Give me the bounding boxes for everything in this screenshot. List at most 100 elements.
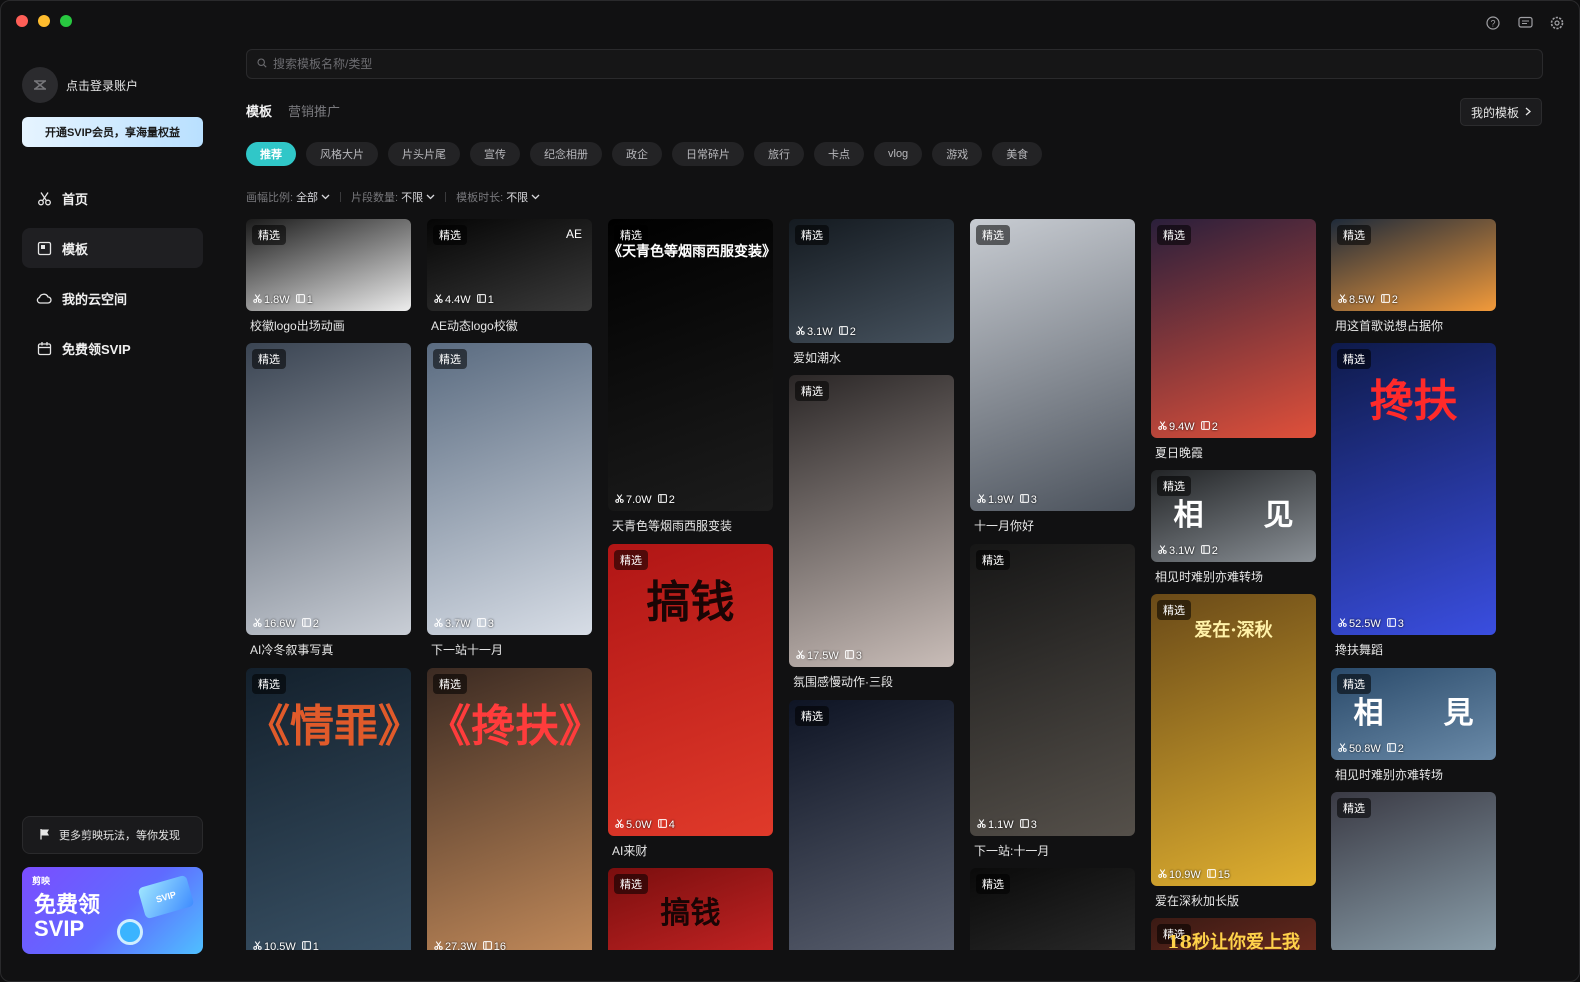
template-card[interactable]: 精选 《情罪》 10.5W 1 <box>246 668 411 950</box>
template-card[interactable]: 精选 9.4W 2 夏日晚霞 <box>1151 219 1316 462</box>
help-circle-icon[interactable]: ? <box>1485 15 1501 31</box>
template-name[interactable]: AE动态logo校徽 <box>431 317 518 334</box>
tab-marketing[interactable]: 营销推广 <box>288 101 340 120</box>
chip-game[interactable]: 游戏 <box>932 142 983 166</box>
template-thumbnail[interactable]: 精选 8.5W 2 <box>1331 219 1496 311</box>
template-thumbnail[interactable]: 精选 搞钱 5.0W 4 <box>608 544 773 836</box>
template-card[interactable]: 精选 1.1W 3 下一站:十一月 <box>970 544 1135 860</box>
login-label[interactable]: 点击登录账户 <box>66 77 138 94</box>
sidebar-item-home[interactable]: 首页 <box>22 178 203 218</box>
template-name[interactable]: 用这首歌说想占据你 <box>1335 317 1443 334</box>
avatar[interactable] <box>22 67 58 103</box>
template-thumbnail[interactable]: 精选 搀扶 52.5W 3 <box>1331 343 1496 635</box>
filter-aspect-ratio[interactable]: 画幅比例: 全部 <box>246 189 330 205</box>
template-card[interactable]: 精选 《搀扶》 27.3W 16 <box>427 668 592 950</box>
my-templates-button[interactable]: 我的模板 <box>1459 98 1542 126</box>
template-card[interactable]: 精选 8.5W 2 用这首歌说想占据你 <box>1331 219 1496 335</box>
chip-daily[interactable]: 日常碎片 <box>672 142 744 166</box>
template-name[interactable]: 校徽logo出场动画 <box>250 317 345 334</box>
chip-album[interactable]: 纪念相册 <box>530 142 602 166</box>
chip-recommend[interactable]: 推荐 <box>246 142 296 166</box>
chip-gov[interactable]: 政企 <box>612 142 662 166</box>
template-card[interactable]: 精选 <box>1331 792 1496 950</box>
open-svip-button[interactable]: 开通SVIP会员，享海量权益 <box>22 117 203 147</box>
template-card[interactable]: 精选 3.1W 2 爱如潮水 <box>789 219 954 367</box>
template-thumbnail[interactable]: 精选 搞钱 <box>608 868 773 950</box>
filter-clip-count[interactable]: 片段数量: 不限 <box>351 189 435 205</box>
template-thumbnail[interactable]: 精选 3.7W 3 <box>427 343 592 635</box>
template-card[interactable]: 精选 <box>789 700 954 950</box>
sidebar-item-templates[interactable]: 模板 <box>22 228 203 268</box>
template-thumbnail[interactable]: 精选 18秒让你爱上我 <box>1151 918 1316 950</box>
tab-templates[interactable]: 模板 <box>246 101 272 120</box>
template-thumbnail[interactable]: 精选 <box>1331 792 1496 950</box>
template-card[interactable]: 精选 《天青色等烟雨西服变装》 7.0W 2 天青色等烟雨西服变装 <box>608 219 773 535</box>
free-svip-banner[interactable]: 剪映 免费领 SVIP SVIP <box>22 867 203 954</box>
template-thumbnail[interactable]: 精选相 见 3.1W 2 <box>1151 470 1316 562</box>
template-name[interactable]: 下一站:十一月 <box>974 842 1049 859</box>
template-name[interactable]: AI来财 <box>612 842 647 859</box>
template-thumbnail[interactable]: 精选 3.1W 2 <box>789 219 954 343</box>
template-card[interactable]: 精选 搞钱 <box>608 868 773 950</box>
template-card[interactable]: 精选 爱在·深秋 10.9W 15 爱在深秋加长版 <box>1151 594 1316 910</box>
template-thumbnail[interactable]: 精选 16.6W 2 <box>246 343 411 635</box>
template-card[interactable]: 精选 <box>970 868 1135 950</box>
template-card[interactable]: 精选 1.9W 3 十一月你好 <box>970 219 1135 535</box>
template-thumbnail[interactable]: 精选相 見 50.8W 2 <box>1331 668 1496 760</box>
discover-more-button[interactable]: 更多剪映玩法，等你发现 <box>22 816 203 854</box>
template-thumbnail[interactable]: 精选 <box>970 868 1135 950</box>
template-name[interactable]: 十一月你好 <box>974 517 1034 534</box>
template-name[interactable]: 相见时难别亦难转场 <box>1155 568 1263 585</box>
template-thumbnail[interactable]: 精选 爱在·深秋 10.9W 15 <box>1151 594 1316 886</box>
template-thumbnail[interactable]: 精选 1.8W 1 <box>246 219 411 311</box>
template-thumbnail[interactable]: 精选 17.5W 3 <box>789 375 954 667</box>
maximize-window-button[interactable] <box>60 15 72 27</box>
template-card[interactable]: 精选 3.7W 3 下一站十一月 <box>427 343 592 659</box>
brand-label: 剪映 <box>32 876 51 886</box>
template-thumbnail[interactable]: 精选 1.9W 3 <box>970 219 1135 511</box>
template-card[interactable]: 精选 17.5W 3 氛围感慢动作·三段 <box>789 375 954 691</box>
template-name[interactable]: 下一站十一月 <box>431 641 503 658</box>
chip-food[interactable]: 美食 <box>992 142 1043 166</box>
template-thumbnail[interactable]: 精选 <box>789 700 954 950</box>
template-name[interactable]: AI冷冬叙事写真 <box>250 641 333 658</box>
template-card[interactable]: 精选相 見 50.8W 2 相见时难别亦难转场 <box>1331 668 1496 784</box>
chip-intro-outro[interactable]: 片头片尾 <box>388 142 460 166</box>
template-card[interactable]: 精选相 见 3.1W 2 相见时难别亦难转场 <box>1151 470 1316 586</box>
minimize-window-button[interactable] <box>38 15 50 27</box>
template-name[interactable]: 爱在深秋加长版 <box>1155 892 1239 909</box>
template-name[interactable]: 搀扶舞蹈 <box>1335 641 1383 658</box>
template-card[interactable]: 精选 搀扶 52.5W 3 搀扶舞蹈 <box>1331 343 1496 659</box>
gear-icon[interactable] <box>1549 15 1565 31</box>
template-name[interactable]: 氛围感慢动作·三段 <box>793 673 893 690</box>
template-thumbnail[interactable]: 精选 《搀扶》 27.3W 16 <box>427 668 592 950</box>
sidebar-item-cloud[interactable]: 我的云空间 <box>22 278 203 318</box>
template-card[interactable]: 精选 1.8W 1 校徽logo出场动画 <box>246 219 411 335</box>
chip-style[interactable]: 风格大片 <box>306 142 378 166</box>
close-window-button[interactable] <box>16 15 28 27</box>
template-name[interactable]: 天青色等烟雨西服变装 <box>612 517 732 534</box>
template-thumbnail[interactable]: 精选 9.4W 2 <box>1151 219 1316 438</box>
template-card[interactable]: 精选 16.6W 2 AI冷冬叙事写真 <box>246 343 411 659</box>
sidebar-item-free-svip[interactable]: 免费领SVIP <box>22 328 203 368</box>
chip-travel[interactable]: 旅行 <box>754 142 804 166</box>
template-card[interactable]: 精选 搞钱 5.0W 4 AI来财 <box>608 544 773 860</box>
template-thumbnail[interactable]: 精选 AE 4.4W 1 <box>427 219 592 311</box>
login-entry[interactable]: 点击登录账户 <box>22 67 138 103</box>
template-card[interactable]: 精选 AE 4.4W 1 AE动态logo校徽 <box>427 219 592 335</box>
template-name[interactable]: 相见时难别亦难转场 <box>1335 766 1443 783</box>
chip-beat[interactable]: 卡点 <box>814 142 864 166</box>
template-thumbnail[interactable]: 精选 1.1W 3 <box>970 544 1135 836</box>
chip-promo[interactable]: 宣传 <box>470 142 520 166</box>
search-input[interactable] <box>273 57 873 71</box>
filter-duration[interactable]: 模板时长: 不限 <box>456 189 540 205</box>
search-bar[interactable] <box>246 49 1543 79</box>
template-name[interactable]: 爱如潮水 <box>793 349 841 366</box>
template-name[interactable]: 夏日晚霞 <box>1155 444 1203 461</box>
chip-vlog[interactable]: vlog <box>874 142 923 166</box>
template-card[interactable]: 精选 18秒让你爱上我 <box>1151 918 1316 950</box>
thumbnail-title: 相 見 <box>1353 696 1474 731</box>
template-thumbnail[interactable]: 精选 《天青色等烟雨西服变装》 7.0W 2 <box>608 219 773 511</box>
template-thumbnail[interactable]: 精选 《情罪》 10.5W 1 <box>246 668 411 950</box>
message-icon[interactable] <box>1517 15 1533 31</box>
